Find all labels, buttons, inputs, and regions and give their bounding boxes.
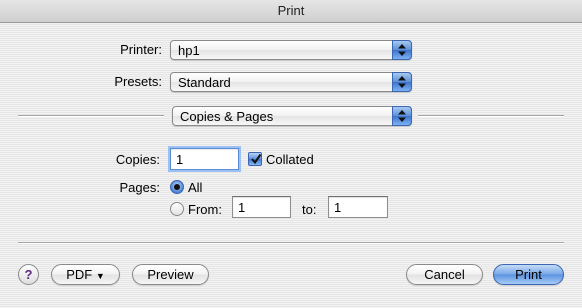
collated-label: Collated <box>266 152 314 167</box>
separator <box>18 115 164 116</box>
separator <box>418 115 564 116</box>
pdf-label: PDF <box>66 267 93 282</box>
triangle-down-icon: ▼ <box>95 271 105 281</box>
presets-value: Standard <box>178 75 231 90</box>
cancel-button[interactable]: Cancel <box>406 264 483 285</box>
copies-label: Copies: <box>115 152 160 167</box>
printer-label: Printer: <box>120 42 162 57</box>
separator <box>18 242 564 243</box>
popup-arrows-icon <box>392 106 412 126</box>
pages-all-label: All <box>188 180 203 195</box>
presets-popup[interactable]: Standard <box>170 72 412 92</box>
pane-popup[interactable]: Copies & Pages <box>172 106 412 126</box>
to-page-value: 1 <box>334 200 342 215</box>
from-page-input[interactable]: 1 <box>232 196 291 218</box>
preview-button[interactable]: Preview <box>132 264 209 285</box>
popup-arrows-icon <box>392 40 412 60</box>
help-icon: ? <box>24 267 33 282</box>
print-dialog: Print Printer: hp1 Presets: Standard Cop… <box>0 0 582 308</box>
copies-input[interactable]: 1 <box>170 148 239 170</box>
window-title: Print <box>0 0 582 23</box>
pages-all-radio[interactable] <box>170 180 184 194</box>
printer-popup[interactable]: hp1 <box>170 40 412 60</box>
help-button[interactable]: ? <box>18 264 39 285</box>
print-button[interactable]: Print <box>493 264 564 285</box>
collated-checkbox[interactable] <box>248 152 262 166</box>
pdf-menu-button[interactable]: PDF ▼ <box>51 264 120 285</box>
to-page-input[interactable]: 1 <box>328 196 388 218</box>
from-page-value: 1 <box>238 200 246 215</box>
pages-label: Pages: <box>119 180 160 195</box>
pages-from-radio[interactable] <box>170 202 184 216</box>
to-label: to: <box>302 202 317 217</box>
checkmark-icon <box>251 153 262 165</box>
copies-value: 1 <box>176 152 184 167</box>
pane-value: Copies & Pages <box>180 109 274 124</box>
pages-from-label: From: <box>188 202 222 217</box>
printer-value: hp1 <box>178 43 200 58</box>
presets-label: Presets: <box>114 74 162 89</box>
popup-arrows-icon <box>392 72 412 92</box>
